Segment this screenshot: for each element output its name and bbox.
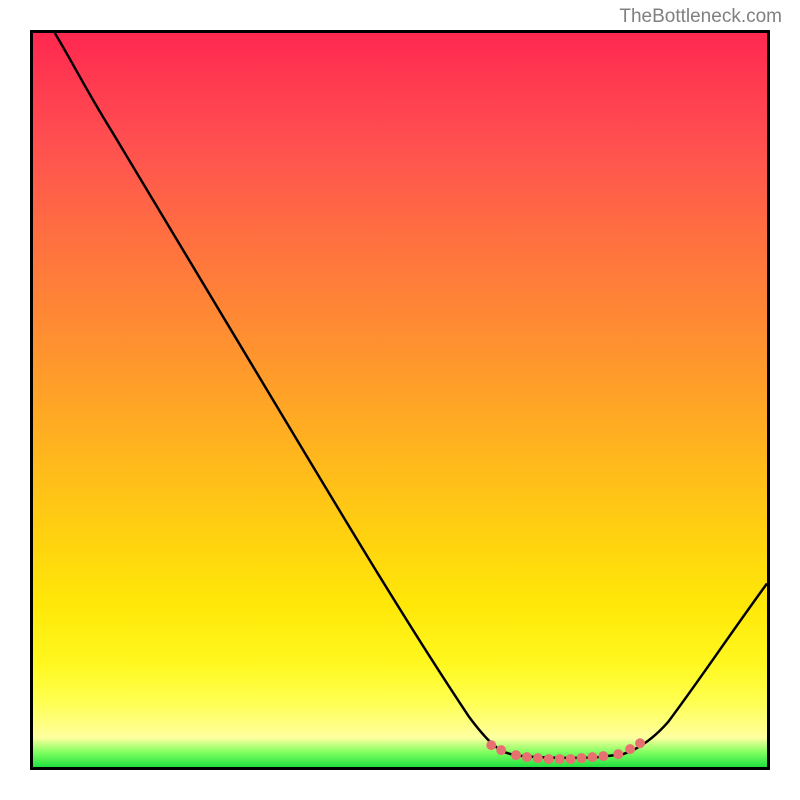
watermark-text: TheBottleneck.com (619, 6, 782, 28)
chart-svg (33, 33, 767, 767)
chart-area (30, 30, 770, 770)
main-curve (55, 33, 767, 758)
highlight-dots (486, 738, 645, 764)
